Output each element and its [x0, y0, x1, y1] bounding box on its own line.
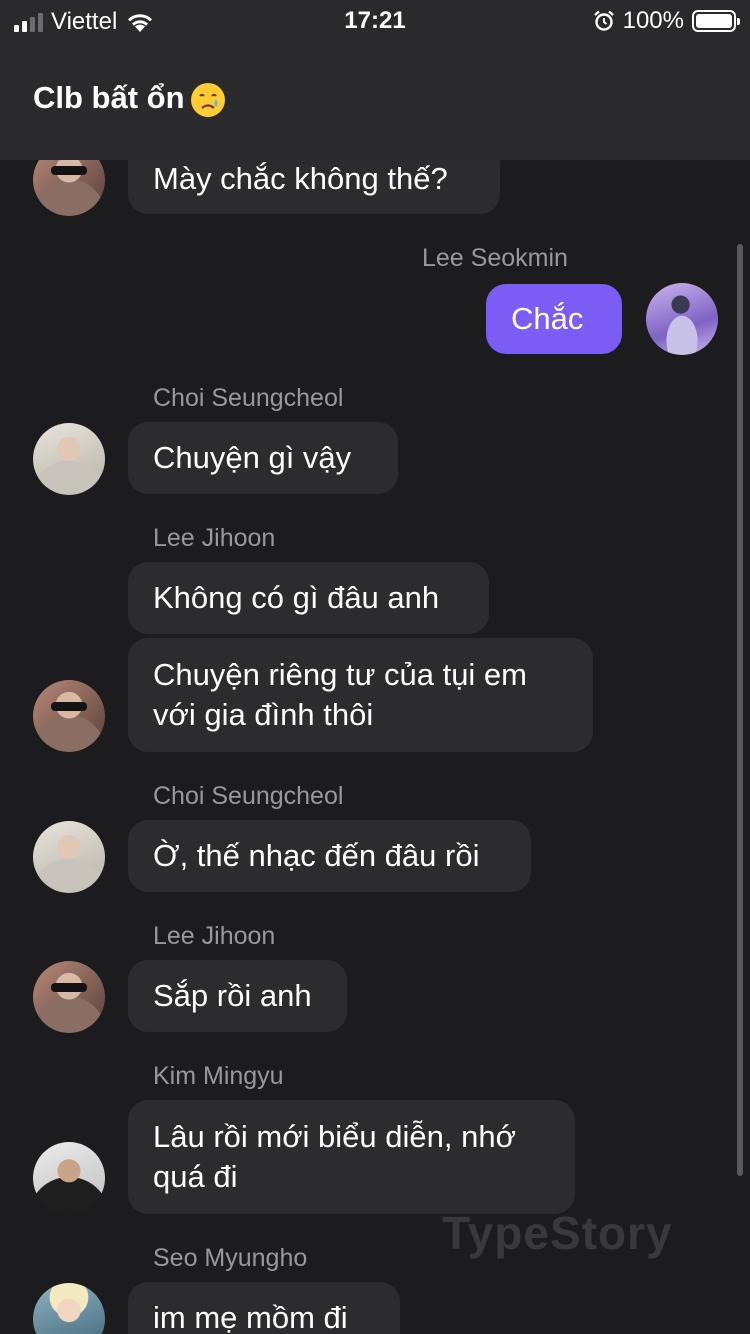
message-bubble[interactable]: im mẹ mồm đi: [128, 1282, 400, 1334]
message-bubble[interactable]: Sắp rồi anh: [128, 960, 347, 1032]
alarm-icon: [593, 10, 614, 31]
avatar-lee-jihoon[interactable]: [33, 160, 105, 216]
message-bubble[interactable]: Ờ, thế nhạc đến đâu rồi: [128, 820, 531, 892]
sender-name: Kim Mingyu: [153, 1062, 284, 1090]
avatar-lee-seokmin[interactable]: [646, 283, 718, 355]
message-bubble[interactable]: Không có gì đâu anh: [128, 562, 489, 634]
message-bubble[interactable]: Mày chắc không thế?: [128, 160, 500, 214]
sender-name: Lee Jihoon: [153, 524, 276, 552]
avatar-lee-jihoon[interactable]: [33, 961, 105, 1033]
watermark: TypeStory: [442, 1207, 673, 1259]
sender-name: Lee Jihoon: [153, 922, 276, 950]
crying-face-icon: [190, 82, 225, 117]
sender-name: Lee Seokmin: [422, 244, 568, 272]
chat-header: Clb bất ổn: [0, 40, 750, 160]
battery-icon: [692, 10, 740, 32]
message-bubble[interactable]: Chuyện gì vậy: [128, 422, 398, 494]
sender-name: Choi Seungcheol: [153, 384, 344, 412]
sender-name: Choi Seungcheol: [153, 782, 344, 810]
status-bar: Viettel 17:21 100%: [0, 0, 750, 40]
message-bubble[interactable]: Lâu rồi mới biểu diễn, nhớ quá đi: [128, 1100, 575, 1214]
scrollbar[interactable]: [737, 244, 743, 1176]
avatar-kim-mingyu[interactable]: [33, 1142, 105, 1214]
message-bubble[interactable]: Chuyện riêng tư của tụi em với gia đình …: [128, 638, 593, 752]
avatar-choi-seungcheol[interactable]: [33, 423, 105, 495]
avatar-seo-myungho[interactable]: [33, 1283, 105, 1334]
chat-title: Clb bất ổn: [33, 80, 227, 119]
avatar-lee-jihoon[interactable]: [33, 680, 105, 752]
chat-thread[interactable]: Mày chắc không thế? Lee Seokmin Chắc Cho…: [0, 160, 750, 1334]
status-right: 100%: [593, 7, 740, 35]
message-bubble-outgoing[interactable]: Chắc: [486, 284, 622, 354]
sender-name: Seo Myungho: [153, 1244, 308, 1272]
battery-percentage: 100%: [622, 7, 684, 34]
avatar-choi-seungcheol[interactable]: [33, 821, 105, 893]
chat-title-text: Clb bất ổn: [33, 80, 185, 115]
